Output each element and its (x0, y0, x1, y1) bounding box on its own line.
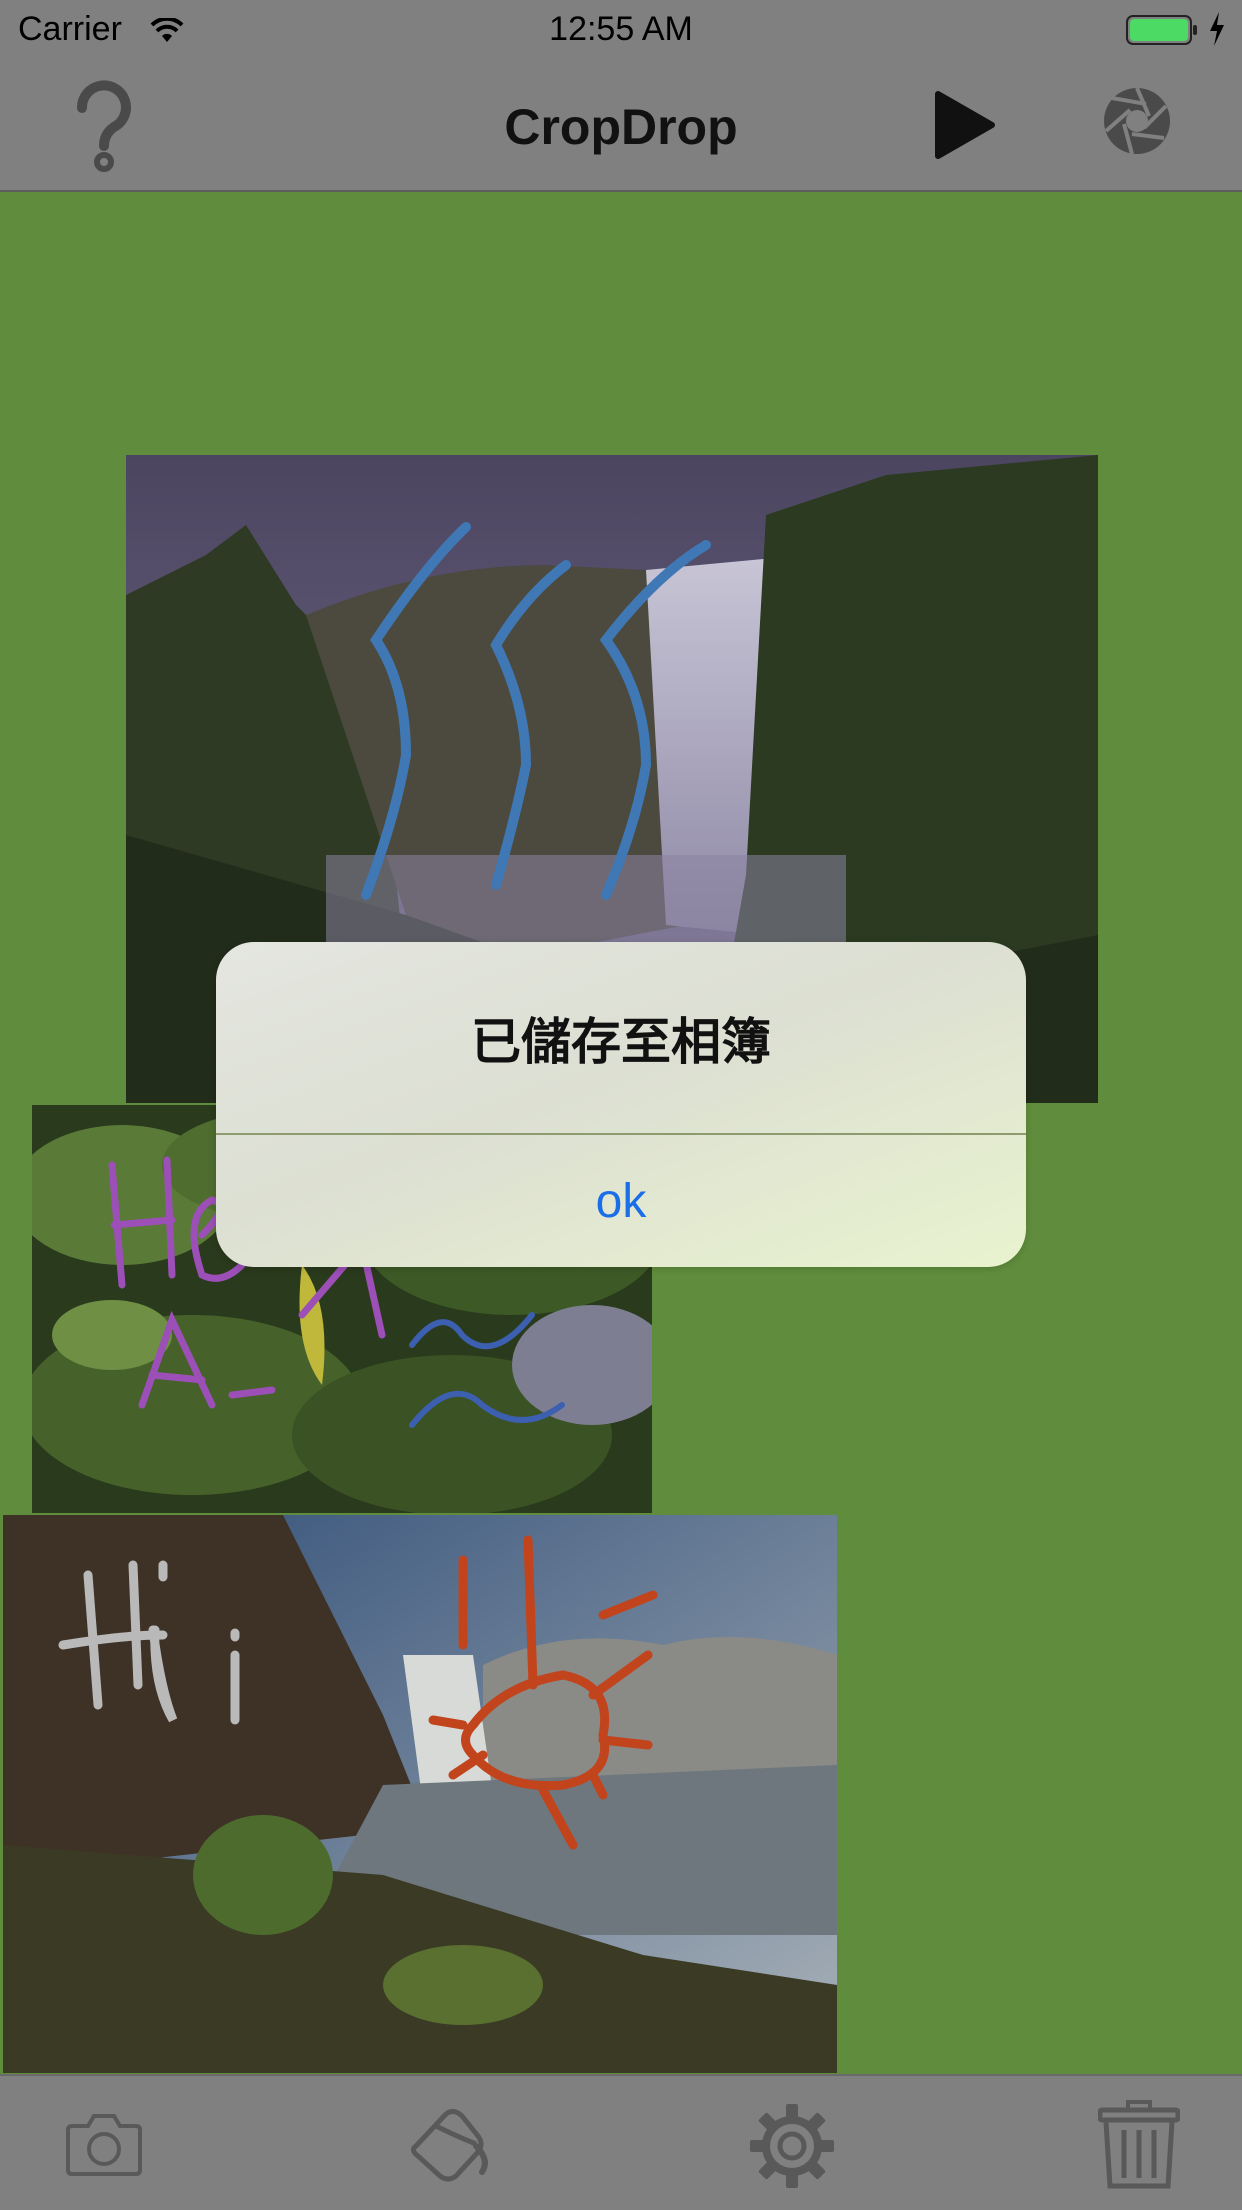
trash-icon[interactable] (1097, 2100, 1181, 2195)
paint-bucket-icon[interactable] (406, 2106, 490, 2187)
battery-icon (1126, 15, 1198, 54)
settings-gear-icon[interactable] (748, 2102, 836, 2195)
alert-ok-button[interactable]: ok (216, 1135, 1026, 1267)
saved-alert-dialog: 已儲存至相簿 ok (216, 942, 1026, 1267)
camera-shutter-icon[interactable] (1102, 86, 1172, 161)
play-icon[interactable] (932, 90, 996, 165)
charging-bolt-icon (1208, 12, 1226, 55)
bottom-toolbar (0, 2074, 1242, 2210)
waterfall-photo-2[interactable] (3, 1515, 837, 2073)
camera-icon[interactable] (66, 2112, 142, 2181)
status-time: 12:55 AM (549, 10, 693, 48)
status-bar: Carrier 12:55 AM (0, 0, 1242, 62)
alert-title: 已儲存至相簿 (471, 1013, 771, 1071)
app-title: CropDrop (504, 99, 738, 155)
navigation-bar: CropDrop (0, 62, 1242, 192)
